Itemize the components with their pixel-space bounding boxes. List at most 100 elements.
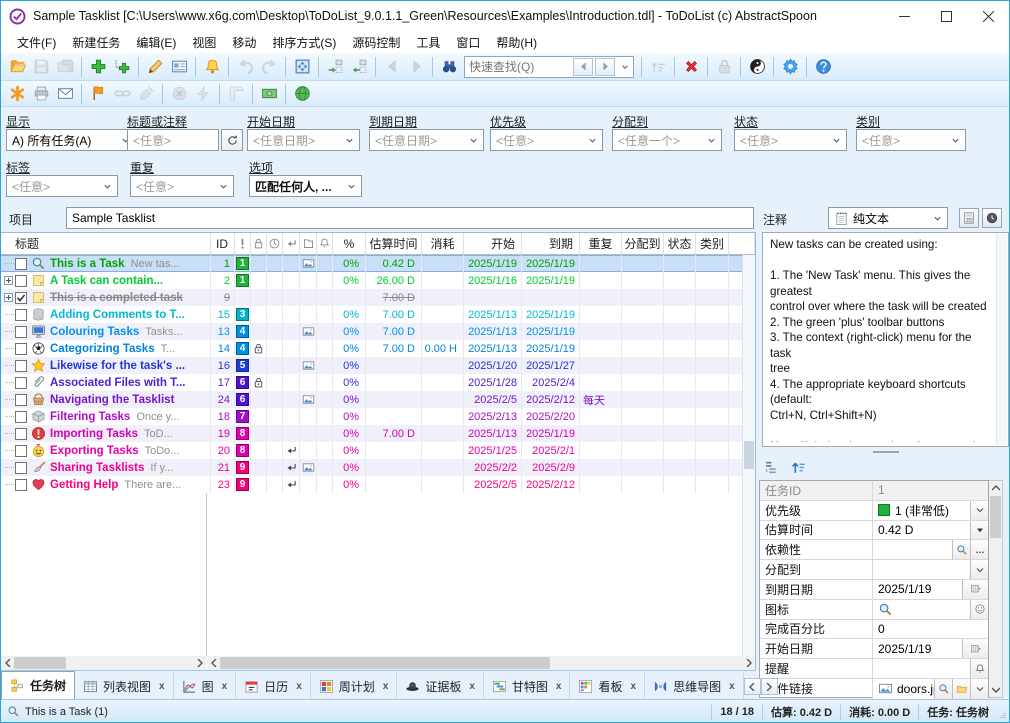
menu-item-1[interactable]: 新建任务 — [64, 31, 128, 54]
file-link-button[interactable] — [110, 82, 134, 106]
close-tab-icon[interactable]: x — [383, 681, 389, 692]
edit-task-button[interactable] — [143, 55, 167, 79]
menu-item-2[interactable]: 编辑(E) — [128, 31, 184, 54]
tab-列表视图[interactable]: 列表视图x — [75, 673, 174, 699]
horizontal-splitter[interactable] — [762, 449, 1009, 454]
task-checkbox[interactable] — [15, 258, 27, 270]
indent-right-button[interactable] — [323, 55, 347, 79]
task-title[interactable]: Sharing Tasklists — [50, 462, 144, 474]
preferences-button[interactable] — [778, 55, 802, 79]
save-all-button[interactable] — [53, 55, 77, 79]
close-tab-icon[interactable]: x — [631, 681, 637, 692]
maximize-view-button[interactable] — [290, 55, 314, 79]
print-button[interactable] — [29, 82, 53, 106]
comments-text[interactable]: New tasks can be created using: 1. The '… — [770, 237, 994, 442]
task-row[interactable]: Associated Files with T...1760%2025/1/28… — [1, 374, 755, 391]
close-circle-button[interactable] — [167, 82, 191, 106]
comments-vscrollbar[interactable] — [996, 234, 1007, 445]
task-title[interactable]: Colouring Tasks — [50, 326, 139, 338]
flag-button[interactable] — [86, 82, 110, 106]
dependency-find-button[interactable] — [952, 540, 970, 559]
help-button[interactable] — [811, 55, 835, 79]
scrollbar-thumb[interactable] — [990, 496, 1001, 538]
task-title[interactable]: Getting Help — [50, 479, 118, 491]
column-header-col-clock[interactable] — [267, 233, 283, 254]
task-checkbox[interactable] — [15, 428, 27, 440]
menu-item-4[interactable]: 移动 — [224, 31, 264, 54]
outdent-left-button[interactable] — [347, 55, 371, 79]
attribute-spin-button[interactable] — [970, 521, 988, 540]
task-row[interactable]: Navigating the Tasklist2460%2025/2/52025… — [1, 391, 755, 408]
filter-combo-r2-0[interactable]: <任意> — [6, 175, 118, 197]
redo-button[interactable] — [257, 55, 281, 79]
task-title[interactable]: This is a Task — [50, 258, 125, 270]
task-row[interactable]: Filtering TasksOnce y...1870%2025/2/1320… — [1, 408, 755, 425]
task-checkbox[interactable] — [15, 360, 27, 372]
find-tasks-button[interactable] — [437, 55, 461, 79]
menu-item-8[interactable]: 窗口 — [448, 31, 488, 54]
calendar-picker-button[interactable] — [962, 580, 988, 599]
task-row[interactable]: Adding Comments to T...1530%7.00 D2025/1… — [1, 306, 755, 323]
attribute-value[interactable]: 1 (非常低) — [895, 502, 949, 519]
filter-combo-4[interactable]: <任意> — [490, 129, 603, 151]
task-row[interactable]: Likewise for the task's ...1650%2025/1/2… — [1, 357, 755, 374]
menu-item-6[interactable]: 源码控制 — [344, 31, 408, 54]
menu-item-0[interactable]: 文件(F) — [9, 31, 64, 54]
column-header-col-excl[interactable] — [235, 233, 251, 254]
tab-看板[interactable]: 看板x — [570, 673, 645, 699]
attributes-vscrollbar[interactable] — [989, 480, 1003, 698]
close-tab-icon[interactable]: x — [469, 681, 475, 692]
task-checkbox[interactable] — [15, 394, 27, 406]
tab-甘特图[interactable]: 甘特图x — [484, 673, 571, 699]
tab-scroll-right-button[interactable] — [761, 678, 778, 695]
reminder-button[interactable] — [200, 55, 224, 79]
filelink-view-button[interactable] — [934, 679, 952, 699]
web-button[interactable] — [290, 82, 314, 106]
attribute-value[interactable]: 2025/1/19 — [878, 582, 931, 596]
save-button[interactable] — [29, 55, 53, 79]
lightning-button[interactable] — [191, 82, 215, 106]
menu-item-5[interactable]: 排序方式(S) — [264, 31, 344, 54]
task-title[interactable]: Navigating the Tasklist — [50, 394, 174, 406]
comments-clock-button[interactable] — [982, 208, 1002, 228]
tab-scroll-left-button[interactable] — [744, 678, 761, 695]
close-tab-icon[interactable]: x — [729, 681, 735, 692]
column-header-col-bell[interactable] — [317, 233, 333, 254]
edit-attributes-button[interactable] — [167, 55, 191, 79]
scroll-down-icon[interactable] — [989, 683, 1002, 697]
column-header-col-14[interactable]: 分配到 — [622, 233, 664, 254]
filter-combo-r2-1[interactable]: <任意> — [130, 175, 234, 197]
sort-tasks-button[interactable] — [646, 55, 670, 79]
tree-hscrollbar[interactable] — [1, 656, 206, 670]
new-task-button[interactable] — [86, 55, 110, 79]
attribute-dropdown-button[interactable] — [970, 679, 988, 699]
task-checkbox[interactable] — [15, 445, 27, 457]
column-header-col-12[interactable]: 到期 — [522, 233, 580, 254]
app-logo-button[interactable] — [5, 82, 29, 106]
task-checkbox[interactable] — [15, 343, 27, 355]
task-title[interactable]: Categorizing Tasks — [50, 343, 155, 355]
scroll-right-icon[interactable] — [742, 656, 755, 670]
close-tab-icon[interactable]: x — [556, 681, 562, 692]
reminder-button[interactable] — [970, 659, 988, 678]
filter-combo-2[interactable]: <任意日期> — [247, 129, 360, 151]
close-button[interactable] — [967, 1, 1009, 31]
column-header-col-1[interactable]: ID — [211, 233, 235, 254]
minimize-button[interactable] — [883, 1, 925, 31]
comments-panel[interactable]: New tasks can be created using: 1. The '… — [762, 232, 1009, 447]
task-row[interactable]: Exporting TasksToDo...2080%2025/1/252025… — [1, 442, 755, 459]
comments-format-combo[interactable]: 纯文本 — [828, 207, 948, 229]
filter-refresh-button[interactable] — [221, 129, 243, 151]
column-header-col-13[interactable]: 重复 — [580, 233, 622, 254]
open-tasklist-button[interactable] — [5, 55, 29, 79]
scroll-left-icon[interactable] — [207, 656, 220, 670]
pane-splitter[interactable] — [206, 493, 207, 656]
menu-item-3[interactable]: 视图 — [184, 31, 224, 54]
expand-icon[interactable] — [4, 293, 13, 302]
scroll-button[interactable] — [224, 82, 248, 106]
expand-icon[interactable] — [4, 276, 13, 285]
filter-combo-r2-2[interactable]: 匹配任何人, ... — [249, 175, 362, 197]
column-header-col-9[interactable]: 估算时间 — [366, 233, 422, 254]
column-header-col-recur[interactable] — [283, 233, 300, 254]
attribute-dropdown-button[interactable] — [970, 560, 988, 579]
